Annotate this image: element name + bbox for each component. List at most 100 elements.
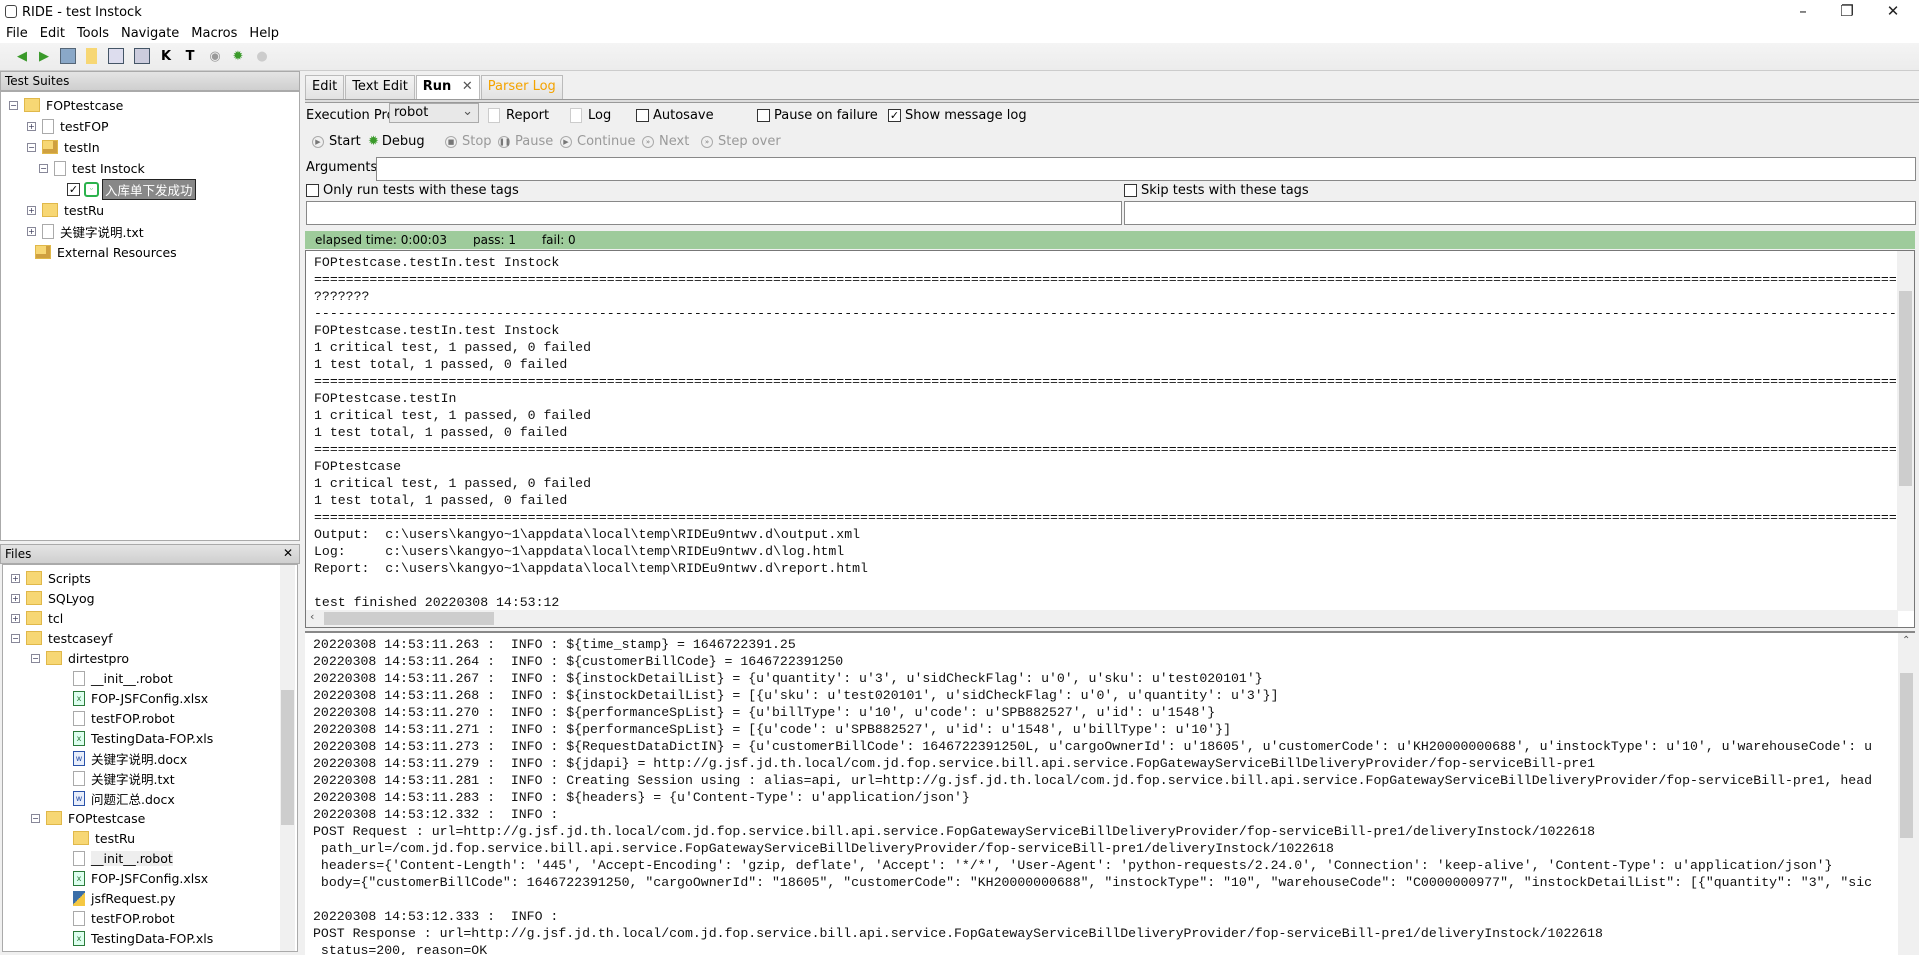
checkbox[interactable] (1124, 184, 1137, 197)
tab-parser-log[interactable]: Parser Log (480, 75, 563, 99)
file-tree-item[interactable]: testFOP.robot (58, 908, 175, 928)
tree-label: testRu (64, 202, 105, 218)
file-tree-item[interactable]: − FOPtestcase (31, 808, 145, 828)
tab-text-edit[interactable]: Text Edit (345, 75, 415, 99)
tree-item-external-resources[interactable]: External Resources (35, 242, 177, 262)
stop-icon[interactable]: ● (254, 48, 270, 64)
checkbox[interactable] (757, 109, 770, 122)
folder-icon[interactable] (86, 48, 97, 64)
skip-tags-checkbox[interactable]: Skip tests with these tags (1124, 183, 1309, 198)
exclude-tags-input[interactable] (1124, 201, 1916, 225)
start-button[interactable]: ▶ Start (312, 134, 361, 149)
file-tree-item[interactable]: x TestingData-FOP.xls (58, 928, 213, 948)
collapse-icon[interactable]: − (39, 163, 48, 173)
file-tree-item[interactable]: + Scripts (11, 568, 91, 588)
stop-button[interactable]: ■ Stop (445, 134, 492, 149)
continue-button[interactable]: ▶ Continue (560, 134, 635, 149)
file-tree-item[interactable]: __init__.robot (58, 848, 173, 868)
menu-help[interactable]: Help (243, 26, 285, 41)
tree-item-testin[interactable]: − testIn (27, 137, 100, 157)
restore-button[interactable]: ❐ (1832, 2, 1862, 20)
file-tree-item[interactable]: w 关键字说明.docx (58, 748, 187, 768)
back-arrow-icon[interactable]: ◀ (14, 48, 30, 64)
open-icon[interactable] (60, 48, 76, 64)
menu-macros[interactable]: Macros (185, 26, 243, 41)
show-message-log-checkbox[interactable]: ✓ Show message log (888, 108, 1027, 123)
step-over-button[interactable]: » Step over (701, 134, 781, 149)
collapse-icon[interactable]: − (11, 633, 20, 643)
pause-button[interactable]: ❚❚ Pause (498, 134, 553, 149)
test-checkbox[interactable]: ✓ (67, 182, 80, 196)
file-tree-item[interactable]: testFOP.robot (58, 708, 175, 728)
checkbox[interactable] (636, 109, 649, 122)
arguments-input[interactable] (376, 157, 1916, 181)
tree-item-testfop[interactable]: + testFOP (27, 116, 109, 136)
console-vertical-scrollbar[interactable] (1897, 251, 1914, 611)
tab-close-icon[interactable]: ✕ (462, 79, 473, 94)
tree-item-foptestcase[interactable]: − FOPtestcase (9, 95, 123, 115)
run-icon[interactable]: ◉ (207, 48, 223, 64)
file-tree-item[interactable]: − dirtestpro (31, 648, 129, 668)
file-tree-item[interactable]: w 问题汇总.docx (58, 788, 175, 808)
file-tree-item[interactable]: x TestingData-FOP.xls (58, 728, 213, 748)
collapse-icon[interactable]: − (9, 100, 18, 110)
menu-file[interactable]: File (0, 26, 34, 41)
tree-item-keyword-txt[interactable]: + 关键字说明.txt (27, 221, 144, 241)
forward-arrow-icon[interactable]: ▶ (36, 48, 52, 64)
file-tree-item[interactable]: + SQLyog (11, 588, 95, 608)
tree-item-test-instock[interactable]: − test Instock (39, 158, 145, 178)
file-tree-item[interactable]: x FOP-JSFConfig.xlsx (58, 688, 208, 708)
file-tree-item[interactable]: x FOP-JSFConfig.xlsx (58, 868, 208, 888)
execution-profile-select[interactable]: robot ⌄ (389, 103, 479, 123)
files-scrollbar[interactable] (280, 565, 295, 951)
tab-run[interactable]: Run ✕ (415, 75, 480, 99)
file-tree-item[interactable]: testRu (58, 828, 135, 848)
minimize-button[interactable]: – (1788, 2, 1818, 20)
close-button[interactable]: ✕ (1878, 2, 1908, 20)
include-tags-input[interactable] (306, 201, 1122, 225)
only-run-tags-checkbox[interactable]: Only run tests with these tags (306, 183, 519, 198)
menu-edit[interactable]: Edit (34, 26, 71, 41)
expand-icon[interactable]: + (27, 226, 36, 236)
tree-item-testru[interactable]: + testRu (27, 200, 104, 220)
files-close-icon[interactable]: ✕ (283, 546, 293, 560)
message-log-scrollbar[interactable]: ⌃ (1898, 633, 1915, 955)
console-horizontal-scrollbar[interactable]: ‹ (306, 610, 1898, 627)
next-button[interactable]: » Next (642, 134, 689, 149)
debug-button[interactable]: ✹ Debug (368, 134, 425, 149)
play-icon: ▶ (312, 135, 324, 148)
expand-icon[interactable]: + (27, 121, 36, 131)
report-button[interactable]: Report (488, 108, 549, 123)
scroll-left-icon[interactable]: ‹ (310, 610, 314, 623)
expand-icon[interactable]: + (11, 613, 20, 623)
save-icon[interactable] (108, 48, 124, 64)
log-button[interactable]: Log (570, 108, 611, 123)
menu-tools[interactable]: Tools (71, 26, 115, 41)
expand-icon[interactable]: + (11, 593, 20, 603)
keyword-search-icon[interactable]: K (158, 48, 174, 64)
folder-icon (26, 571, 42, 585)
autosave-checkbox[interactable]: Autosave (636, 108, 714, 123)
chevron-down-icon: ⌄ (462, 104, 473, 119)
pause-on-failure-checkbox[interactable]: Pause on failure (757, 108, 878, 123)
expand-icon[interactable]: + (11, 573, 20, 583)
file-tree-item[interactable]: + tcl (11, 608, 63, 628)
expand-icon[interactable]: + (27, 205, 36, 215)
debug-bug-icon[interactable]: ✹ (230, 48, 246, 64)
file-tree-item[interactable]: __init__.robot (58, 668, 173, 688)
checkbox[interactable] (306, 184, 319, 197)
collapse-icon[interactable]: − (31, 653, 40, 663)
test-search-icon[interactable]: T (182, 48, 198, 64)
menu-navigate[interactable]: Navigate (115, 26, 185, 41)
file-tree-item[interactable]: jsfRequest.py (58, 888, 175, 908)
file-icon (42, 118, 54, 134)
checkbox[interactable]: ✓ (888, 109, 901, 122)
file-tree-item[interactable]: − testcaseyf (11, 628, 113, 648)
scroll-up-icon[interactable]: ⌃ (1902, 635, 1910, 646)
collapse-icon[interactable]: − (27, 142, 36, 152)
save-all-icon[interactable] (134, 48, 150, 64)
file-tree-item[interactable]: 关键字说明.txt (58, 768, 175, 788)
tree-item-test-case[interactable]: ✓ ᵕ 入库单下发成功 (67, 178, 196, 200)
collapse-icon[interactable]: − (31, 813, 40, 823)
tab-edit[interactable]: Edit (305, 75, 345, 99)
